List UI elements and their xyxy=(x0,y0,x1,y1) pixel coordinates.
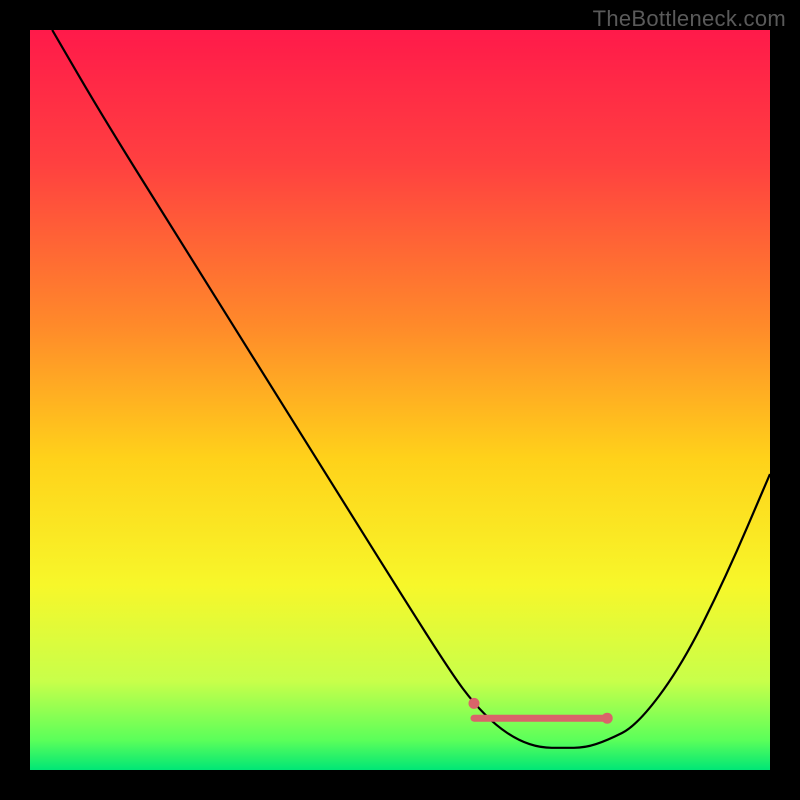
optimal-marker-0 xyxy=(469,698,480,709)
gradient-background xyxy=(30,30,770,770)
optimal-marker-1 xyxy=(602,713,613,724)
chart-svg xyxy=(30,30,770,770)
watermark-text: TheBottleneck.com xyxy=(593,6,786,32)
chart-container: TheBottleneck.com xyxy=(0,0,800,800)
plot-area xyxy=(30,30,770,770)
